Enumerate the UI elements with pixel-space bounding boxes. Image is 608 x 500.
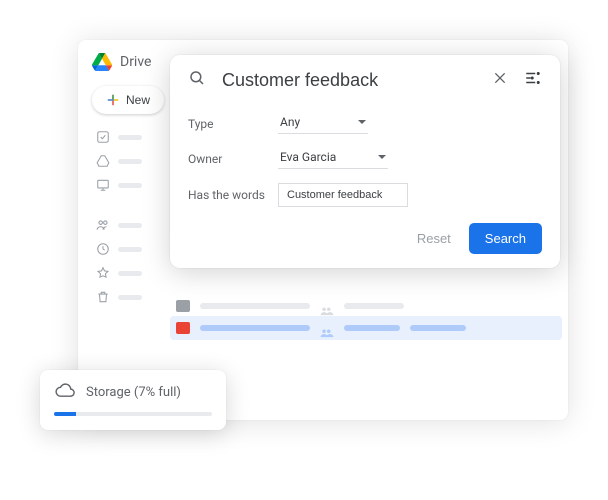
chevron-down-icon	[378, 155, 386, 159]
search-icon	[188, 69, 206, 91]
reset-button[interactable]: Reset	[417, 231, 451, 246]
star-icon	[96, 266, 110, 280]
file-name-placeholder	[200, 325, 310, 331]
new-button[interactable]: New	[92, 86, 164, 114]
nav-placeholder	[118, 271, 142, 276]
filter-words-row: Has the words	[188, 183, 542, 207]
drive-logo-icon	[92, 52, 112, 72]
storage-progress-bar	[54, 412, 212, 416]
search-options-icon[interactable]	[524, 69, 542, 91]
plus-icon	[106, 93, 120, 107]
clock-icon	[96, 242, 110, 256]
filter-owner-select[interactable]: Eva Garcia	[278, 148, 388, 169]
nav-placeholder	[118, 135, 142, 140]
file-meta-placeholder	[410, 325, 466, 331]
filter-type-select[interactable]: Any	[278, 113, 368, 134]
file-type-icon	[176, 322, 190, 334]
shared-icon	[320, 301, 334, 311]
nav-placeholder	[118, 159, 142, 164]
filter-words-label: Has the words	[188, 188, 278, 202]
clear-search-icon[interactable]	[492, 70, 508, 90]
nav-placeholder	[118, 295, 142, 300]
filter-owner-value: Eva Garcia	[280, 150, 336, 164]
file-row-selected[interactable]	[170, 316, 562, 340]
search-input[interactable]	[222, 70, 476, 91]
new-button-label: New	[126, 93, 150, 107]
people-icon	[96, 218, 110, 232]
storage-label: Storage (7% full)	[86, 385, 181, 400]
filter-type-value: Any	[280, 115, 300, 129]
trash-icon	[96, 290, 110, 304]
filter-type-label: Type	[188, 117, 278, 131]
search-button[interactable]: Search	[469, 223, 542, 254]
check-badge-icon	[96, 130, 110, 144]
file-name-placeholder	[200, 303, 310, 309]
nav-placeholder	[118, 223, 142, 228]
file-meta-placeholder	[344, 303, 404, 309]
storage-header: Storage (7% full)	[54, 382, 212, 402]
file-list	[176, 300, 556, 334]
search-bar	[188, 69, 542, 91]
file-meta-placeholder	[344, 325, 400, 331]
search-panel: Type Any Owner Eva Garcia Has the words …	[170, 55, 560, 268]
filter-type-row: Type Any	[188, 113, 542, 134]
computer-icon	[96, 178, 110, 192]
app-title: Drive	[120, 54, 151, 70]
nav-placeholder	[118, 183, 142, 188]
file-row[interactable]	[176, 300, 556, 312]
chevron-down-icon	[358, 120, 366, 124]
storage-card[interactable]: Storage (7% full)	[40, 370, 226, 430]
filter-owner-label: Owner	[188, 152, 278, 166]
file-type-icon	[176, 300, 190, 312]
search-actions: Reset Search	[188, 223, 542, 254]
cloud-icon	[54, 382, 76, 402]
filter-words-input[interactable]	[278, 183, 408, 207]
filter-owner-row: Owner Eva Garcia	[188, 148, 542, 169]
nav-item-starred[interactable]	[96, 266, 568, 280]
nav-placeholder	[118, 247, 142, 252]
shared-icon	[320, 323, 334, 333]
storage-progress-fill	[54, 412, 76, 416]
drive-nav-icon	[96, 154, 110, 168]
